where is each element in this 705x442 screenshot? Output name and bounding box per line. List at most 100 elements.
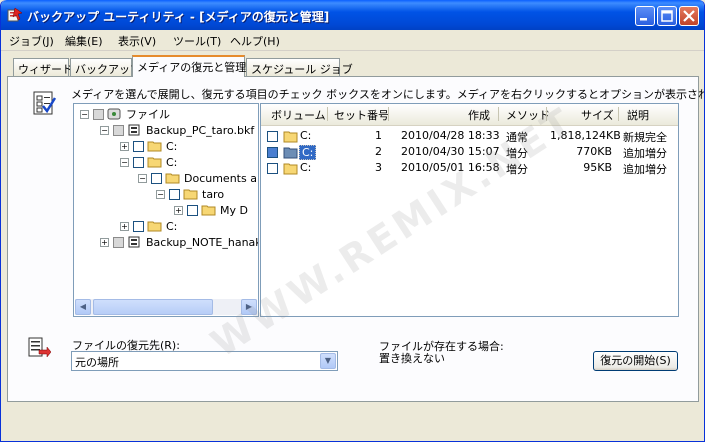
cell-description: 新規完全 bbox=[623, 131, 667, 144]
tree-checkbox[interactable] bbox=[151, 172, 162, 184]
expand-icon[interactable]: + bbox=[174, 205, 183, 215]
tab-backup[interactable]: バックアップ bbox=[70, 58, 141, 76]
collapse-icon[interactable]: − bbox=[120, 157, 129, 167]
tree-checkbox[interactable] bbox=[133, 156, 144, 168]
cell-volume: C: bbox=[300, 129, 312, 142]
cell-size: 95KB bbox=[583, 161, 612, 174]
header-divider bbox=[546, 107, 547, 121]
backup-set-list[interactable]: ボリューム セット番号 作成 メソッド サイズ 説明 C: 1 2010/04/… bbox=[260, 103, 679, 317]
tree-checkbox[interactable] bbox=[113, 124, 124, 136]
collapse-icon[interactable]: − bbox=[156, 189, 165, 199]
cell-created: 2010/04/30 15:07 bbox=[401, 145, 500, 158]
tree-node-label: Documents a bbox=[184, 171, 257, 185]
tree-node-taro[interactable]: − taro bbox=[156, 186, 224, 202]
header-volume[interactable]: ボリューム bbox=[271, 107, 326, 123]
menu-tools[interactable]: ツール(T) bbox=[173, 33, 221, 49]
cell-volume: C: bbox=[299, 145, 317, 160]
header-divider bbox=[327, 107, 328, 121]
backup-file-icon bbox=[128, 124, 140, 136]
cell-method: 増分 bbox=[506, 147, 528, 160]
tree-node-documents[interactable]: − Documents a bbox=[138, 170, 257, 186]
table-row[interactable]: C: 1 2010/04/28 18:33 通常 1,818,124KB 新規完… bbox=[261, 128, 678, 144]
tab-restore-manage[interactable]: メディアの復元と管理 bbox=[132, 55, 246, 77]
menu-edit[interactable]: 編集(E) bbox=[65, 33, 103, 49]
table-row[interactable]: C: 3 2010/05/01 16:58 増分 95KB 追加増分 bbox=[261, 160, 678, 176]
collapse-icon[interactable]: − bbox=[100, 125, 109, 135]
tree-checkbox[interactable] bbox=[133, 140, 144, 152]
tab-schedule-job[interactable]: スケジュール ジョブ bbox=[246, 58, 353, 76]
app-window: バックアップ ユーティリティ - [メディアの復元と管理] ジョブ(J) 編集(… bbox=[0, 0, 705, 442]
header-set-number[interactable]: セット番号 bbox=[334, 107, 389, 123]
list-header: ボリューム セット番号 作成 メソッド サイズ 説明 bbox=[261, 104, 678, 126]
tree-checkbox[interactable] bbox=[93, 108, 104, 120]
cell-method: 増分 bbox=[506, 163, 528, 176]
scroll-left-button[interactable]: ◀ bbox=[75, 299, 91, 315]
row-checkbox[interactable] bbox=[267, 131, 278, 142]
cell-set-number: 3 bbox=[375, 161, 382, 174]
tree-node-label: taro bbox=[202, 187, 225, 201]
minimize-button[interactable] bbox=[635, 6, 655, 26]
chevron-down-icon[interactable]: ▼ bbox=[320, 353, 336, 369]
restore-checklist-icon bbox=[33, 91, 57, 115]
cell-created: 2010/05/01 16:58 bbox=[401, 161, 500, 174]
cell-size: 770KB bbox=[576, 145, 612, 158]
backup-file-icon bbox=[128, 236, 140, 248]
scroll-thumb[interactable] bbox=[93, 299, 213, 315]
menu-view[interactable]: 表示(V) bbox=[118, 33, 156, 49]
collapse-icon[interactable]: − bbox=[80, 109, 89, 119]
cell-description: 追加増分 bbox=[623, 147, 667, 160]
collapse-icon[interactable]: − bbox=[138, 173, 147, 183]
start-restore-button[interactable]: 復元の開始(S) bbox=[593, 351, 678, 371]
expand-icon[interactable]: + bbox=[120, 141, 129, 151]
expand-icon[interactable]: + bbox=[100, 237, 109, 247]
tree-checkbox[interactable] bbox=[169, 188, 180, 200]
folder-icon bbox=[183, 189, 198, 200]
media-tree[interactable]: − ファイル − Backup_PC_taro.bkf + C: − C: − bbox=[73, 103, 259, 317]
close-button[interactable] bbox=[679, 6, 699, 26]
tree-horizontal-scrollbar[interactable]: ◀ ▶ bbox=[75, 299, 257, 315]
cell-size: 1,818,124KB bbox=[550, 129, 621, 142]
minimize-icon bbox=[640, 18, 647, 21]
header-divider bbox=[388, 107, 389, 121]
header-size[interactable]: サイズ bbox=[581, 107, 614, 123]
tree-node-label: Backup_NOTE_hanak bbox=[146, 235, 259, 249]
tree-checkbox[interactable] bbox=[133, 220, 144, 232]
tree-node-label: ファイル bbox=[126, 108, 170, 121]
tree-node-file[interactable]: − ファイル bbox=[80, 106, 170, 122]
header-description[interactable]: 説明 bbox=[627, 107, 649, 123]
title-bar[interactable]: バックアップ ユーティリティ - [メディアの復元と管理] bbox=[1, 0, 704, 30]
tree-checkbox[interactable] bbox=[113, 236, 124, 248]
folder-icon bbox=[147, 141, 162, 152]
header-divider bbox=[498, 107, 499, 121]
scroll-right-button[interactable]: ▶ bbox=[241, 299, 257, 315]
header-divider bbox=[618, 107, 619, 121]
folder-icon bbox=[201, 205, 216, 216]
file-exists-value: 置き換えない bbox=[379, 352, 445, 365]
row-checkbox[interactable] bbox=[267, 147, 278, 158]
folder-icon bbox=[147, 221, 162, 232]
tab-wizard[interactable]: ウィザード bbox=[13, 58, 73, 76]
tree-node-backup-note[interactable]: + Backup_NOTE_hanak bbox=[100, 234, 259, 250]
cell-description: 追加増分 bbox=[623, 163, 667, 176]
menu-bar: ジョブ(J) 編集(E) 表示(V) ツール(T) ヘルプ(H) bbox=[1, 30, 704, 51]
menu-help[interactable]: ヘルプ(H) bbox=[230, 33, 280, 49]
tree-checkbox[interactable] bbox=[187, 204, 198, 216]
tree-node-c-2[interactable]: − C: bbox=[120, 154, 177, 170]
expand-icon[interactable]: + bbox=[120, 221, 129, 231]
header-method[interactable]: メソッド bbox=[506, 107, 550, 123]
header-created[interactable]: 作成 bbox=[468, 107, 490, 123]
cell-created: 2010/04/28 18:33 bbox=[401, 129, 500, 142]
tree-node-c-3[interactable]: + C: bbox=[120, 218, 177, 234]
tree-node-label: C: bbox=[166, 219, 178, 233]
restore-destination-select[interactable]: 元の場所 ▼ bbox=[71, 351, 338, 371]
maximize-button[interactable] bbox=[657, 6, 677, 26]
table-row-selected[interactable]: C: 2 2010/04/30 15:07 増分 770KB 追加増分 bbox=[261, 144, 678, 160]
volume-folder-icon bbox=[283, 163, 298, 175]
menu-job[interactable]: ジョブ(J) bbox=[9, 33, 54, 49]
cell-method: 通常 bbox=[506, 131, 528, 144]
tree-node-my-documents[interactable]: + My D bbox=[174, 202, 248, 218]
window-title: バックアップ ユーティリティ - [メディアの復元と管理] bbox=[27, 10, 330, 24]
row-checkbox[interactable] bbox=[267, 163, 278, 174]
tree-node-c-1[interactable]: + C: bbox=[120, 138, 177, 154]
tree-node-backup-pc[interactable]: − Backup_PC_taro.bkf bbox=[100, 122, 254, 138]
